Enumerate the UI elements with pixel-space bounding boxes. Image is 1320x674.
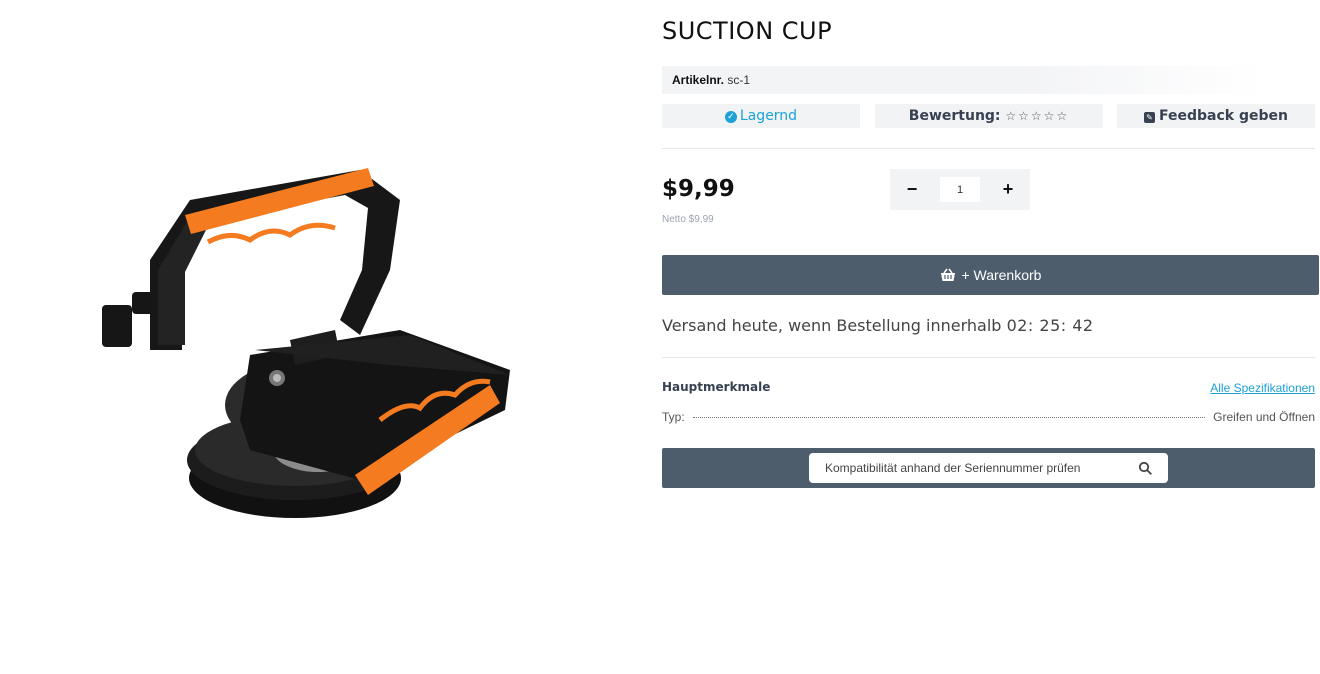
stock-label: Lagernd [739, 108, 798, 124]
sku-bar: Artikelnr. sc-1 [662, 66, 1267, 94]
feature-row: Typ: Greifen und Öffnen [662, 410, 1315, 424]
feature-value: Greifen und Öffnen [1213, 410, 1315, 424]
rating-pill[interactable]: Bewertung: ☆☆☆☆☆ [875, 104, 1103, 128]
basket-icon [940, 268, 955, 281]
divider [662, 148, 1315, 149]
qty-decrease-button[interactable]: − [892, 169, 932, 210]
serial-placeholder: Kompatibilität anhand der Seriennummer p… [825, 461, 1081, 475]
sku-value: sc-1 [727, 73, 751, 87]
all-specs-link[interactable]: Alle Spezifikationen [1210, 381, 1315, 395]
shipping-timer: 02: 25: 42 [1006, 316, 1094, 335]
shipping-text: Versand heute, wenn Bestellung innerhalb [662, 316, 1002, 335]
shipping-countdown: Versand heute, wenn Bestellung innerhalb… [662, 316, 1094, 335]
feedback-button[interactable]: ✎ Feedback geben [1117, 104, 1315, 128]
sku-label: Artikelnr. [672, 73, 725, 87]
check-circle-icon: ✓ [724, 111, 737, 123]
netto-price: Netto $9,99 [662, 214, 714, 225]
divider [662, 357, 1315, 358]
cart-label: + Warenkorb [961, 267, 1042, 283]
serial-check-bar: Kompatibilität anhand der Seriennummer p… [662, 448, 1315, 488]
product-image [102, 168, 510, 518]
rating-label: Bewertung: [908, 108, 1001, 124]
quantity-input[interactable] [940, 177, 980, 202]
quantity-stepper: − + [890, 169, 1030, 210]
features-title: Hauptmerkmale [662, 380, 771, 394]
feedback-label: Feedback geben [1159, 108, 1288, 124]
rating-stars[interactable]: ☆☆☆☆☆ [1005, 109, 1069, 123]
edit-icon: ✎ [1144, 112, 1156, 123]
search-icon[interactable] [1138, 461, 1152, 475]
price: $9,99 [662, 176, 735, 202]
add-to-cart-button[interactable]: + Warenkorb [662, 255, 1319, 295]
qty-increase-button[interactable]: + [988, 169, 1028, 210]
feature-key: Typ: [662, 410, 685, 424]
dotted-leader [692, 417, 1206, 418]
serial-search-input[interactable]: Kompatibilität anhand der Seriennummer p… [809, 453, 1168, 483]
product-image-area [0, 0, 640, 674]
product-title: SUCTION CUP [662, 17, 833, 45]
stock-status-badge: ✓ Lagernd [662, 104, 860, 128]
